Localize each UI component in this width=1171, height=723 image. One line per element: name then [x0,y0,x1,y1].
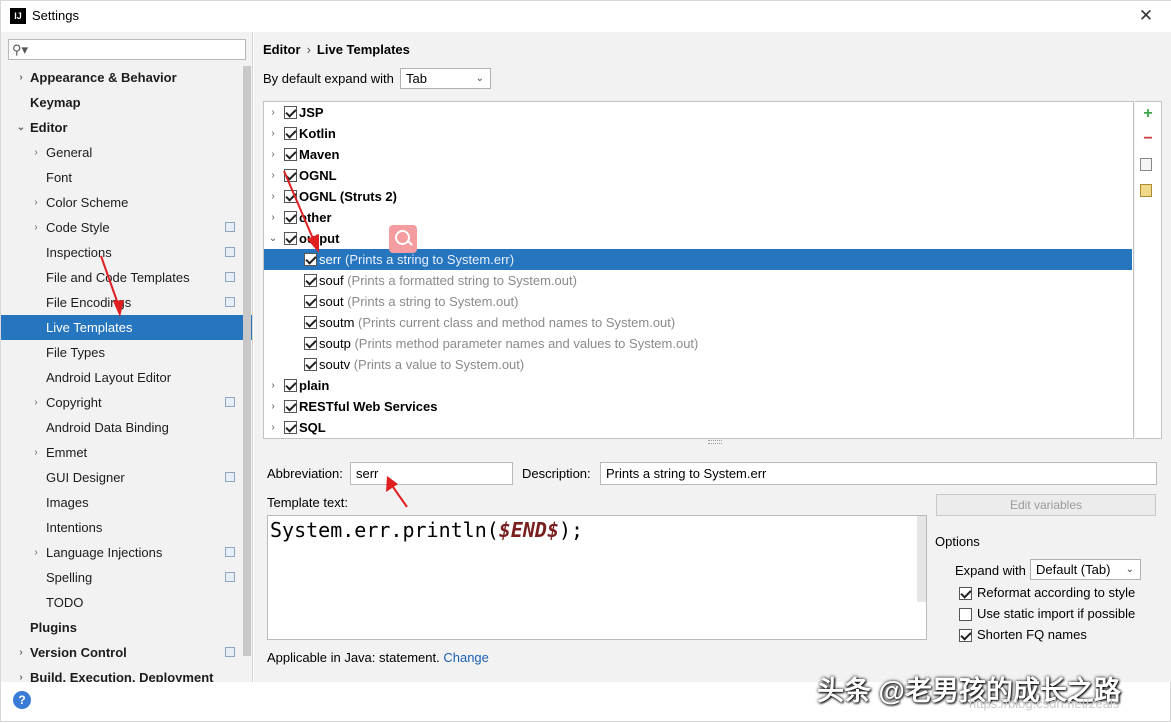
annotation-arrows [100,170,408,508]
watermark-url: https://blog.csdn.net/zeals [969,696,1120,711]
annotation-arrow-sidebar [100,255,124,317]
annotation-arrow-abbrev [386,476,408,508]
annotation-arrow-tree [283,170,319,253]
settings-window: IJ Settings ✕ ⚲▾ › Appearance & Behavior K… [0,0,1171,722]
